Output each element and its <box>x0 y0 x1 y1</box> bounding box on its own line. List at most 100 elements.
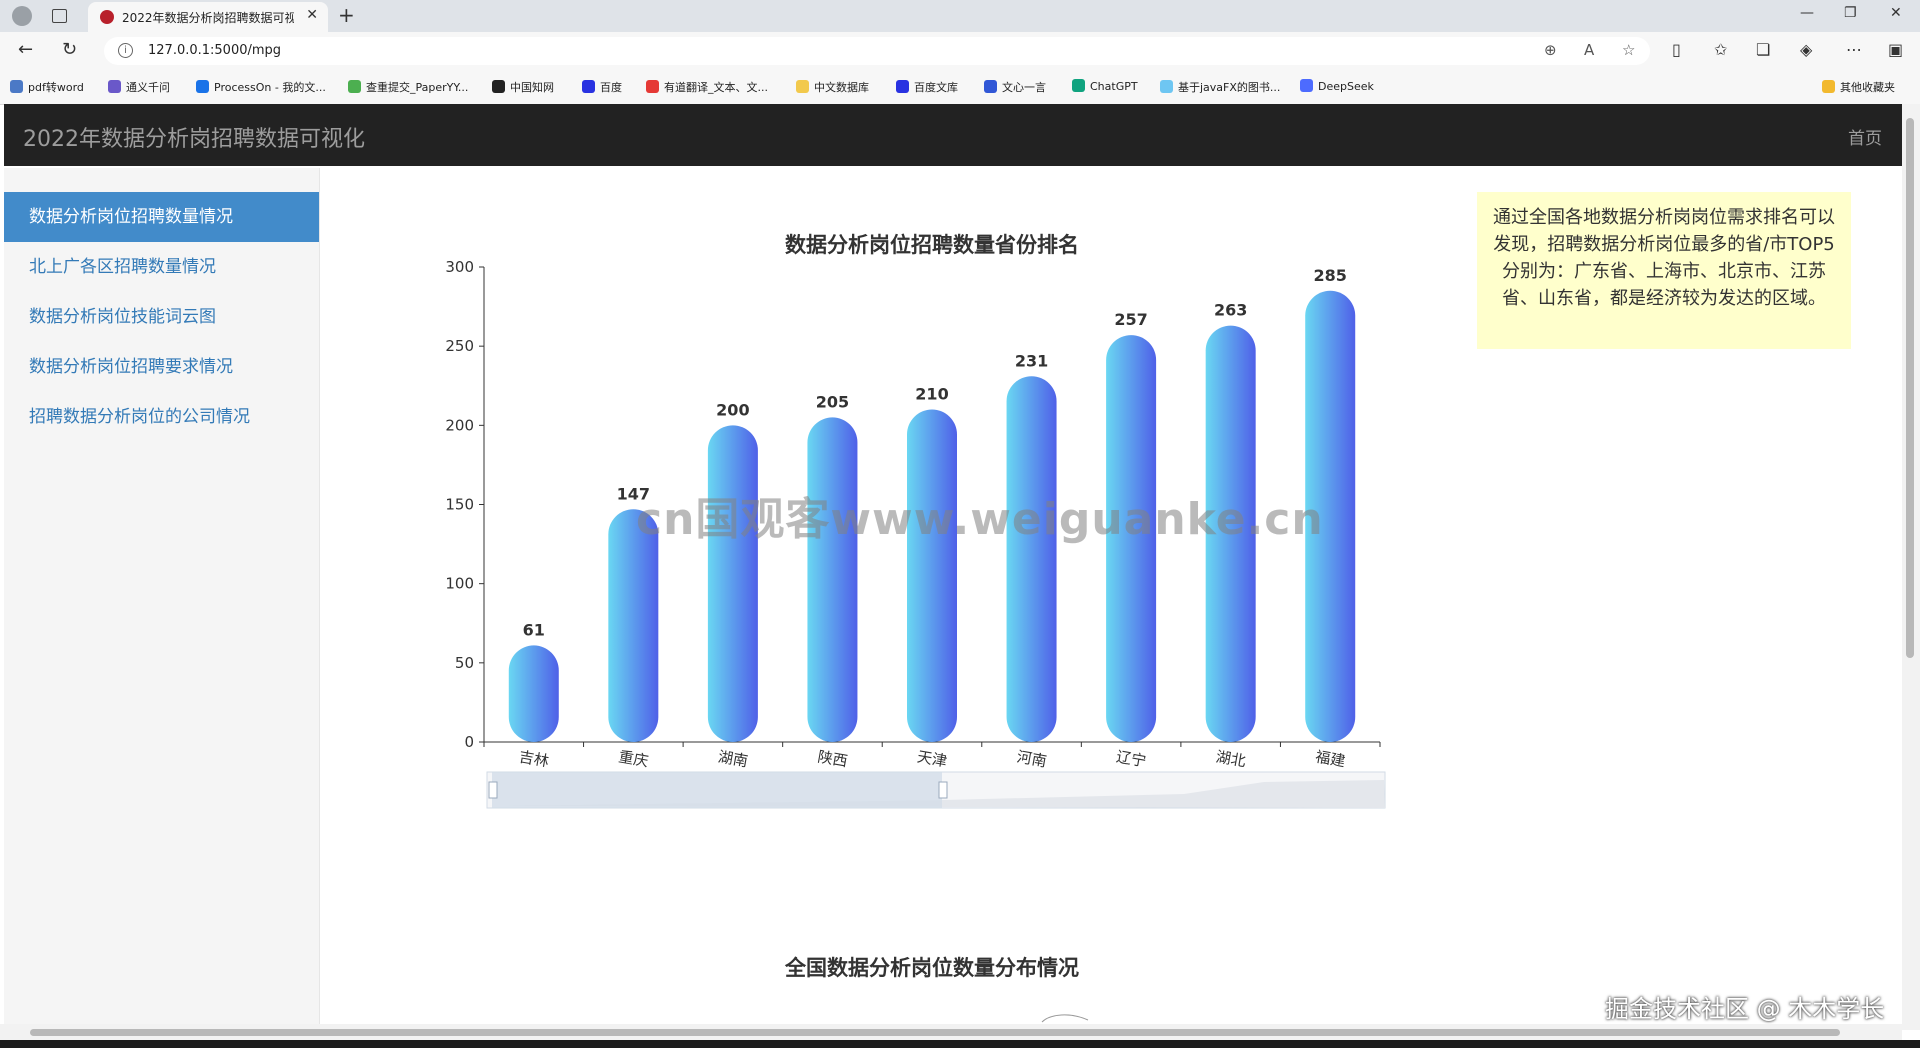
bookmark-item[interactable]: 通义千问 <box>108 79 170 95</box>
sidebar-item-skill-wordcloud[interactable]: 数据分析岗位技能词云图 <box>4 292 319 342</box>
bookmark-icon <box>984 80 997 93</box>
zoom-handle-left <box>488 781 498 799</box>
bookmark-item[interactable]: 百度文库 <box>896 79 958 95</box>
site-info-icon[interactable]: i <box>118 43 133 58</box>
sidebar-item-recruit-count[interactable]: 数据分析岗位招聘数量情况 <box>4 192 319 242</box>
tab-favicon-icon <box>100 10 114 24</box>
bar-value-label: 210 <box>915 385 948 404</box>
tab-actions-icon[interactable] <box>52 9 67 23</box>
browser-tab-active[interactable]: 2022年数据分析岗招聘数据可视化 ✕ <box>88 2 328 32</box>
y-tick-label: 200 <box>445 416 474 434</box>
chart-title: 数据分析岗位招聘数量省份排名 <box>785 233 1079 257</box>
watermark-overlay: cn国观客www.weiguanke.cn <box>636 494 1324 545</box>
bar-陕西 <box>807 417 858 742</box>
sidebar: 数据分析岗位招聘数量情况 北上广各区招聘数量情况 数据分析岗位技能词云图 数据分… <box>4 168 320 1028</box>
favorite-star-icon[interactable]: ☆ <box>1622 41 1635 59</box>
x-tick-label: 重庆 <box>617 748 650 771</box>
os-taskbar <box>0 1040 1920 1048</box>
nav-home-link[interactable]: 首页 <box>1848 124 1882 149</box>
read-aloud-icon[interactable]: A <box>1584 41 1594 59</box>
bookmark-item[interactable]: ProcessOn - 我的文... <box>196 79 326 95</box>
bookmark-icon <box>1300 79 1313 92</box>
favorites-icon[interactable]: ✩ <box>1714 40 1727 59</box>
bookmark-icon <box>896 80 909 93</box>
y-tick-label: 300 <box>445 258 474 276</box>
bookmark-item[interactable]: 中国知网 <box>492 79 554 95</box>
refresh-icon[interactable]: ↻ <box>62 39 77 60</box>
bar-value-label: 257 <box>1114 310 1147 329</box>
address-bar[interactable]: i 127.0.0.1:5000/mpg ⊕ A ☆ <box>104 37 1650 65</box>
extensions-icon[interactable]: ◈ <box>1800 40 1812 59</box>
profile-icon[interactable] <box>12 6 32 26</box>
sidebar-toggle-icon[interactable]: ▣ <box>1888 40 1903 59</box>
bookmark-item[interactable]: ChatGPT <box>1072 79 1138 93</box>
bookmark-item[interactable]: pdf转word <box>10 79 84 95</box>
bar-湖南 <box>707 425 758 742</box>
split-screen-icon[interactable]: ▯ <box>1672 40 1681 59</box>
bookmark-icon <box>1160 80 1173 93</box>
tab-title: 2022年数据分析岗招聘数据可视化 <box>122 11 294 25</box>
y-tick-label: 150 <box>445 496 474 514</box>
bookmark-item[interactable]: 基于javaFX的图书... <box>1160 79 1280 95</box>
y-tick-label: 250 <box>445 337 474 355</box>
bar-value-label: 285 <box>1314 266 1347 285</box>
collections-icon[interactable]: ❏ <box>1756 40 1770 59</box>
horizontal-scrollbar[interactable] <box>0 1024 1902 1040</box>
x-tick-label: 河南 <box>1015 748 1048 771</box>
bookmark-item[interactable]: 中文数据库 <box>796 79 869 95</box>
site-navbar: 2022年数据分析岗招聘数据可视化 首页 <box>4 104 1902 166</box>
new-tab-icon[interactable]: + <box>338 3 355 27</box>
x-tick-label: 辽宁 <box>1115 748 1148 771</box>
browser-tab-strip: 2022年数据分析岗招聘数据可视化 ✕ + — ❐ ✕ <box>0 0 1920 32</box>
map-chart-title: 全国数据分析岗位数量分布情况 <box>785 956 1079 980</box>
bar-value-label: 231 <box>1015 351 1048 370</box>
bookmark-icon <box>1072 79 1085 92</box>
bookmark-icon <box>646 80 659 93</box>
x-tick-label: 湖南 <box>717 748 750 771</box>
bar-天津 <box>907 409 957 742</box>
footer-watermark: 掘金技术社区 @ 木木学长 <box>1605 995 1885 1023</box>
tab-close-icon[interactable]: ✕ <box>306 7 318 23</box>
bar-value-label: 263 <box>1214 301 1247 320</box>
sidebar-item-companies[interactable]: 招聘数据分析岗位的公司情况 <box>4 392 319 442</box>
back-icon[interactable]: ← <box>18 39 33 60</box>
bookmark-item[interactable]: 百度 <box>582 79 622 95</box>
bar-河南 <box>1006 376 1057 742</box>
bookmark-icon <box>10 80 23 93</box>
window-close-icon[interactable]: ✕ <box>1890 5 1902 21</box>
restore-icon[interactable]: ❐ <box>1844 5 1857 21</box>
bookmark-item[interactable]: 有道翻译_文本、文... <box>646 79 768 95</box>
bar-value-label: 61 <box>523 620 545 639</box>
site-brand[interactable]: 2022年数据分析岗招聘数据可视化 <box>23 121 365 153</box>
bookmark-icon <box>582 80 595 93</box>
zoom-handle-right <box>938 781 948 799</box>
x-tick-label: 陕西 <box>816 748 849 771</box>
x-tick-label: 天津 <box>916 748 949 771</box>
minimize-icon[interactable]: — <box>1800 5 1814 21</box>
bookmark-folder-other[interactable]: 其他收藏夹 <box>1822 79 1895 95</box>
vertical-scroll-thumb[interactable] <box>1906 118 1914 658</box>
bar-吉林 <box>508 645 559 742</box>
x-tick-label: 福建 <box>1314 748 1347 771</box>
bookmark-item[interactable]: 查重提交_PaperYY... <box>348 79 468 95</box>
folder-icon <box>1822 80 1835 93</box>
analysis-note: 通过全国各地数据分析岗岗位需求排名可以发现，招聘数据分析岗位最多的省/市TOP5… <box>1477 192 1851 349</box>
x-tick-label: 吉林 <box>518 748 551 771</box>
bookmark-item[interactable]: DeepSeek <box>1300 79 1374 93</box>
vertical-scrollbar[interactable] <box>1902 104 1920 1030</box>
horizontal-scroll-thumb[interactable] <box>30 1029 1840 1036</box>
bookmark-item[interactable]: 文心一言 <box>984 79 1046 95</box>
bookmark-icon <box>796 80 809 93</box>
bookmark-icon <box>348 80 361 93</box>
sidebar-item-district-count[interactable]: 北上广各区招聘数量情况 <box>4 242 319 292</box>
y-tick-label: 100 <box>445 575 474 593</box>
sidebar-item-requirements[interactable]: 数据分析岗位招聘要求情况 <box>4 342 319 392</box>
url-text[interactable]: 127.0.0.1:5000/mpg <box>148 43 281 58</box>
bookmark-icon <box>108 80 121 93</box>
bookmark-icon <box>196 80 209 93</box>
zoom-slider-window <box>492 772 942 808</box>
x-tick-label: 湖北 <box>1214 748 1247 771</box>
zoom-icon[interactable]: ⊕ <box>1544 41 1557 59</box>
bookmarks-bar: pdf转word 通义千问 ProcessOn - 我的文... 查重提交_Pa… <box>0 70 1920 105</box>
more-menu-icon[interactable]: ⋯ <box>1846 40 1862 59</box>
